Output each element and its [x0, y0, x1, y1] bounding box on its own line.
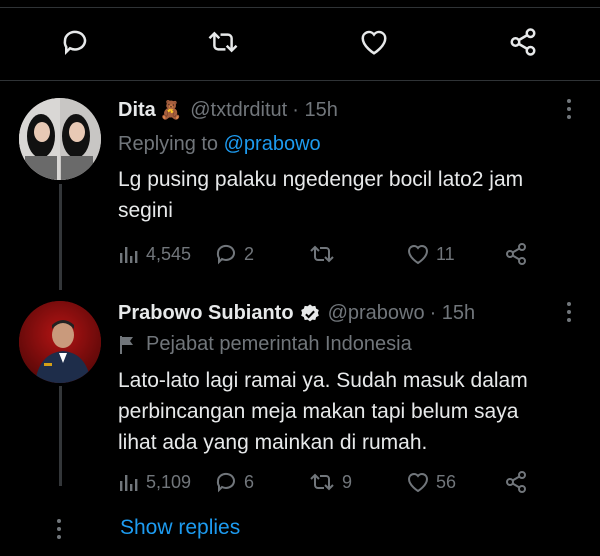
top-divider [0, 7, 600, 8]
dot [567, 99, 571, 103]
reply-count: 2 [244, 243, 255, 264]
dot [57, 535, 61, 539]
like-count: 11 [436, 243, 455, 264]
like-metric[interactable]: 56 [406, 468, 456, 496]
like-icon [361, 30, 387, 55]
reply-metric[interactable]: 6 [214, 468, 254, 496]
flag-icon [120, 335, 133, 354]
handle[interactable]: @txtdrditut [190, 99, 287, 122]
tweet-metrics: 4,545 2 11 [118, 240, 600, 268]
retweet-metric[interactable]: 9 [308, 468, 352, 496]
reply-metric[interactable]: 2 [214, 240, 254, 268]
like-metric[interactable]: 11 [406, 240, 455, 268]
views-metric[interactable]: 4,545 [118, 240, 191, 268]
share-icon [506, 243, 526, 265]
like-count: 56 [436, 471, 457, 492]
dot [567, 115, 571, 119]
more-options-button[interactable] [562, 97, 576, 121]
retweet-icon [310, 473, 334, 491]
retweet-button[interactable] [203, 22, 243, 62]
avatar-photo [19, 98, 101, 180]
section-divider [0, 80, 600, 81]
replying-prefix: Replying to [118, 133, 219, 155]
replying-handle-link[interactable]: @prabowo [224, 133, 321, 155]
dot [57, 527, 61, 531]
show-replies-link[interactable]: Show replies [120, 516, 240, 540]
display-name[interactable]: Prabowo Subianto [118, 302, 294, 325]
dot [567, 302, 571, 306]
like-icon [407, 245, 429, 265]
share-metric[interactable] [504, 240, 528, 268]
share-button[interactable] [503, 22, 543, 62]
retweet-icon [310, 245, 334, 263]
prev-tweet-actions [0, 22, 600, 64]
display-name[interactable]: Dita [118, 99, 156, 122]
dot [567, 318, 571, 322]
tweet-metrics: 5,109 6 9 56 [118, 468, 600, 496]
reply-icon [63, 30, 87, 56]
verified-badge-icon [300, 303, 319, 321]
more-options-button[interactable] [562, 300, 576, 324]
share-icon [506, 471, 526, 493]
tweet-text: Lg pusing palaku ngedenger bocil lato2 j… [118, 168, 524, 222]
timestamp[interactable]: · 15h [430, 302, 476, 325]
avatar[interactable] [19, 98, 101, 180]
thread-more-dots-icon [55, 517, 63, 541]
retweet-icon [208, 31, 238, 53]
like-button[interactable] [354, 22, 394, 62]
avatar[interactable] [19, 301, 101, 383]
dot [567, 107, 571, 111]
views-count: 4,545 [146, 243, 192, 264]
avatar-photo [19, 301, 101, 383]
dot [57, 519, 61, 523]
views-icon [120, 475, 138, 491]
tweet-header: Prabowo Subianto @prabowo · 15h [118, 302, 475, 325]
reply-button[interactable] [55, 22, 95, 62]
timestamp[interactable]: · 15h [292, 99, 338, 122]
retweet-metric[interactable] [308, 240, 342, 268]
account-label: Pejabat pemerintah Indonesia [118, 333, 412, 356]
label-text: Pejabat pemerintah Indonesia [146, 333, 412, 355]
views-count: 5,109 [146, 471, 192, 492]
like-icon [407, 473, 429, 493]
views-icon [120, 247, 138, 263]
share-metric[interactable] [504, 468, 528, 496]
handle[interactable]: @prabowo [328, 302, 425, 325]
teddy-bear-emoji: 🧸 [159, 100, 183, 120]
dot [567, 310, 571, 314]
retweet-count: 9 [342, 471, 353, 492]
views-metric[interactable]: 5,109 [118, 468, 191, 496]
replying-to: Replying to @prabowo [118, 133, 321, 156]
reply-icon [216, 472, 235, 493]
thread-line [59, 184, 62, 290]
reply-count: 6 [244, 471, 255, 492]
reply-icon [216, 244, 235, 265]
thread-line [59, 386, 62, 486]
tweet-text: Lato-lato lagi ramai ya. Sudah masuk dal… [118, 369, 528, 454]
tweet-header: Dita 🧸 @txtdrditut · 15h [118, 99, 338, 122]
share-icon [510, 28, 536, 56]
